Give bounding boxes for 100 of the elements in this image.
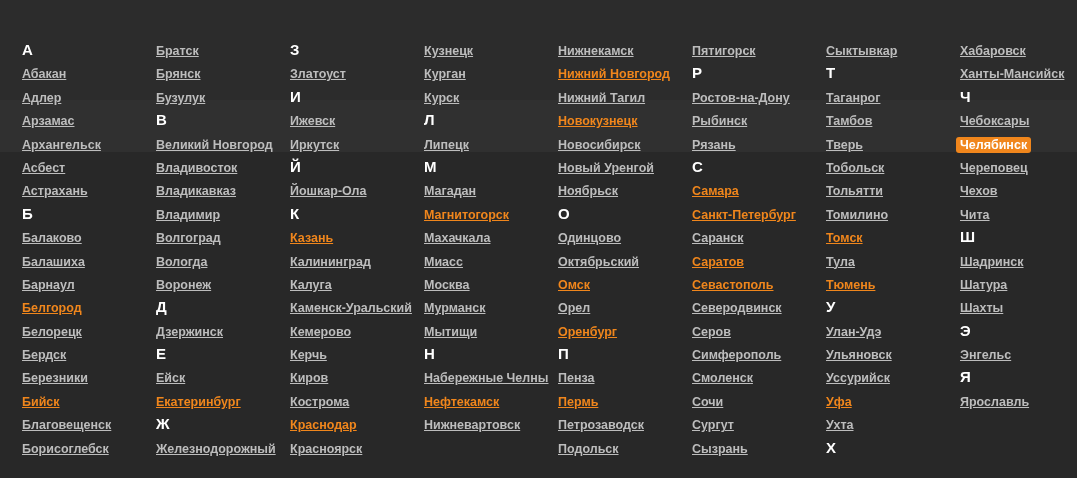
city-link[interactable]: Нижний Новгород [558, 67, 671, 82]
city-link[interactable]: Рыбинск [692, 114, 748, 129]
city-link[interactable]: Казань [290, 231, 334, 246]
city-link[interactable]: Сургут [692, 418, 734, 433]
city-link[interactable]: Магадан [424, 184, 477, 199]
city-link[interactable]: Махачкала [424, 231, 491, 246]
city-link[interactable]: Подольск [558, 441, 619, 456]
city-link[interactable]: Нефтекамск [424, 394, 500, 409]
city-link[interactable]: Воронеж [156, 277, 212, 292]
city-link[interactable]: Владивосток [156, 160, 238, 175]
city-link[interactable]: Шахты [960, 301, 1004, 316]
city-link[interactable]: Шатура [960, 277, 1008, 292]
city-link[interactable]: Ульяновск [826, 348, 892, 363]
city-link[interactable]: Дзержинск [156, 324, 223, 339]
city-link[interactable]: Нижнекамск [558, 44, 634, 58]
city-link[interactable]: Екатеринбург [156, 394, 241, 409]
city-link[interactable]: Железнодорожный [156, 441, 276, 456]
city-link[interactable]: Чебоксары [960, 114, 1030, 129]
city-link[interactable]: Нижневартовск [424, 418, 521, 433]
city-link[interactable]: Сыктывкар [826, 44, 898, 58]
city-link[interactable]: Архангельск [22, 137, 101, 152]
city-link[interactable]: Братск [156, 44, 199, 58]
city-link[interactable]: Златоуст [290, 67, 346, 82]
city-link[interactable]: Орел [558, 301, 591, 316]
city-link[interactable]: Калуга [290, 277, 332, 292]
city-link[interactable]: Шадринск [960, 254, 1024, 269]
city-link[interactable]: Ярославль [960, 394, 1030, 409]
city-link[interactable]: Иркутск [290, 137, 340, 152]
city-link[interactable]: Саранск [692, 231, 744, 246]
city-link[interactable]: Череповец [960, 160, 1028, 175]
city-link[interactable]: Арзамас [22, 114, 75, 129]
city-link[interactable]: Томск [826, 231, 863, 246]
city-link[interactable]: Новый Уренгой [558, 160, 654, 175]
city-link[interactable]: Тюмень [826, 277, 876, 292]
city-link[interactable]: Керчь [290, 348, 327, 363]
city-link[interactable]: Сочи [692, 394, 724, 409]
city-link[interactable]: Санкт-Петербург [692, 207, 796, 222]
city-link[interactable]: Уссурийск [826, 371, 890, 386]
city-link[interactable]: Владикавказ [156, 184, 236, 199]
city-link[interactable]: Балаково [22, 231, 82, 246]
city-link[interactable]: Абакан [22, 67, 67, 82]
city-link[interactable]: Рязань [692, 137, 736, 152]
city-link[interactable]: Мытищи [424, 324, 478, 339]
city-link[interactable]: Каменск-Уральский [290, 301, 412, 316]
city-link[interactable]: Уфа [826, 394, 852, 409]
city-link[interactable]: Энгельс [960, 348, 1012, 363]
city-link[interactable]: Таганрог [826, 90, 881, 105]
city-link[interactable]: Мурманск [424, 301, 486, 316]
city-link[interactable]: Петрозаводск [558, 418, 644, 433]
city-link[interactable]: Ижевск [290, 114, 336, 129]
city-link[interactable]: Пятигорск [692, 44, 756, 58]
city-link[interactable]: Красноярск [290, 441, 363, 456]
city-link[interactable]: Хабаровск [960, 44, 1026, 58]
city-link[interactable]: Благовещенск [22, 418, 112, 433]
city-link[interactable]: Астрахань [22, 184, 88, 199]
city-link[interactable]: Улан-Удэ [826, 324, 882, 339]
city-link[interactable]: Сызрань [692, 441, 748, 456]
city-link[interactable]: Калининград [290, 254, 371, 269]
city-link[interactable]: Магнитогорск [424, 207, 510, 222]
city-link[interactable]: Курск [424, 90, 460, 105]
city-link[interactable]: Кемерово [290, 324, 352, 339]
city-link[interactable]: Белорецк [22, 324, 82, 339]
city-link[interactable]: Оренбург [558, 324, 618, 339]
city-link[interactable]: Ханты-Мансийск [960, 67, 1065, 82]
city-link[interactable]: Адлер [22, 90, 62, 105]
city-link[interactable]: Серов [692, 324, 731, 339]
city-link[interactable]: Симферополь [692, 348, 782, 363]
city-link[interactable]: Саратов [692, 254, 744, 269]
city-link[interactable]: Чита [960, 207, 990, 222]
city-link[interactable]: Северодвинск [692, 301, 782, 316]
city-link[interactable]: Миасс [424, 254, 463, 269]
city-link[interactable]: Тольятти [826, 184, 884, 199]
city-link[interactable]: Борисоглебск [22, 441, 109, 456]
city-link[interactable]: Йошкар-Ола [290, 184, 367, 199]
city-link[interactable]: Балашиха [22, 254, 85, 269]
city-link[interactable]: Нижний Тагил [558, 90, 646, 105]
city-link[interactable]: Москва [424, 277, 470, 292]
city-link[interactable]: Ростов-на-Дону [692, 90, 790, 105]
city-link[interactable]: Ухта [826, 418, 854, 433]
city-link[interactable]: Киров [290, 371, 329, 386]
city-link[interactable]: Березники [22, 371, 88, 386]
city-link[interactable]: Волгоград [156, 231, 221, 246]
city-link[interactable]: Владимир [156, 207, 221, 222]
city-link[interactable]: Пермь [558, 394, 599, 409]
city-link[interactable]: Брянск [156, 67, 201, 82]
city-link[interactable]: Курган [424, 67, 466, 82]
city-link[interactable]: Смоленск [692, 371, 753, 386]
city-link[interactable]: Вологда [156, 254, 208, 269]
city-link[interactable]: Ейск [156, 371, 186, 386]
city-link[interactable]: Омск [558, 277, 590, 292]
city-link[interactable]: Краснодар [290, 418, 357, 433]
city-link[interactable]: Новокузнецк [558, 114, 638, 129]
city-link[interactable]: Севастополь [692, 277, 774, 292]
city-link[interactable]: Октябрьский [558, 254, 639, 269]
city-link[interactable]: Тобольск [826, 160, 885, 175]
city-link[interactable]: Барнаул [22, 277, 75, 292]
city-link[interactable]: Томилино [826, 207, 889, 222]
city-link[interactable]: Одинцово [558, 231, 622, 246]
city-link[interactable]: Набережные Челны [424, 371, 549, 386]
city-link[interactable]: Кострома [290, 394, 350, 409]
